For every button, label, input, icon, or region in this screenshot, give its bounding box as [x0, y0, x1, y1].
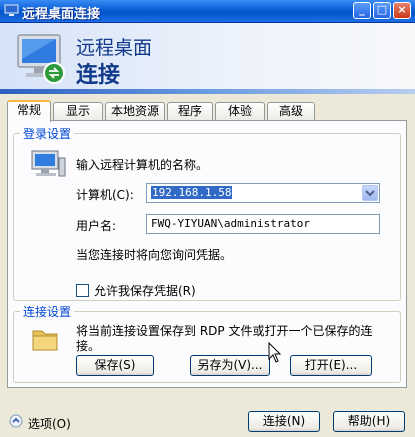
tab-panel-general: 登录设置 输入远程计算机的名称。 计算机(C): 192.168.1.58 用户… [7, 120, 407, 388]
save-as-button[interactable]: 另存为(V)... [190, 355, 270, 376]
banner-divider [0, 89, 415, 94]
tab-local-resources[interactable]: 本地资源 [105, 102, 165, 120]
tab-experience[interactable]: 体验 [215, 102, 265, 120]
tab-general[interactable]: 常规 [7, 100, 51, 122]
close-button[interactable]: × [393, 2, 411, 19]
folder-icon [32, 330, 58, 351]
tab-advanced[interactable]: 高级 [267, 102, 315, 120]
title-bar: 远程桌面连接 _ □ × [0, 0, 415, 23]
username-label: 用户名: [76, 219, 117, 233]
chevron-down-icon [365, 190, 375, 197]
monitor-connect-icon [17, 34, 65, 84]
computer-combobox[interactable]: 192.168.1.58 [146, 183, 380, 203]
login-settings-group: 登录设置 输入远程计算机的名称。 计算机(C): 192.168.1.58 用户… [13, 125, 401, 301]
tab-programs[interactable]: 程序 [167, 102, 213, 120]
computer-value[interactable]: 192.168.1.58 [151, 186, 233, 199]
save-button[interactable]: 保存(S) [76, 355, 154, 376]
save-credentials-label[interactable]: 允许我保存凭据(R) [94, 282, 196, 299]
minimize-button[interactable]: _ [353, 2, 371, 19]
remote-desktop-icon [4, 4, 19, 16]
banner-title-line2: 连接 [76, 63, 121, 88]
connection-description-line2: 接。 [76, 339, 101, 353]
banner-title-line1: 远程桌面 [76, 37, 153, 59]
login-settings-legend: 登录设置 [20, 125, 75, 142]
window-title: 远程桌面连接 [22, 7, 101, 22]
connection-settings-legend: 连接设置 [20, 303, 75, 320]
connect-button[interactable]: 连接(N) [248, 411, 320, 432]
help-button[interactable]: 帮助(H) [333, 411, 405, 432]
computer-label: 计算机(C): [76, 188, 134, 202]
mouse-cursor-icon [268, 342, 282, 363]
options-toggle[interactable]: 选项(O) [28, 415, 71, 432]
computer-dropdown-button[interactable] [362, 185, 378, 201]
save-credentials-checkbox[interactable] [76, 284, 89, 297]
tab-display[interactable]: 显示 [53, 102, 103, 120]
credential-note: 当您连接时将向您询问凭据。 [76, 248, 233, 262]
username-field[interactable]: FWQ-YIYUAN\administrator [146, 214, 380, 234]
computer-icon [31, 150, 66, 177]
instruction-text: 输入远程计算机的名称。 [76, 158, 209, 172]
collapse-options-icon[interactable] [9, 414, 23, 428]
header-banner [0, 23, 415, 89]
maximize-button[interactable]: □ [373, 2, 391, 19]
connection-description-line1: 将当前连接设置保存到 RDP 文件或打开一个已保存的连 [76, 324, 373, 338]
connection-settings-group: 连接设置 将当前连接设置保存到 RDP 文件或打开一个已保存的连 接。 保存(S… [13, 303, 401, 383]
open-button[interactable]: 打开(E)... [290, 355, 372, 376]
